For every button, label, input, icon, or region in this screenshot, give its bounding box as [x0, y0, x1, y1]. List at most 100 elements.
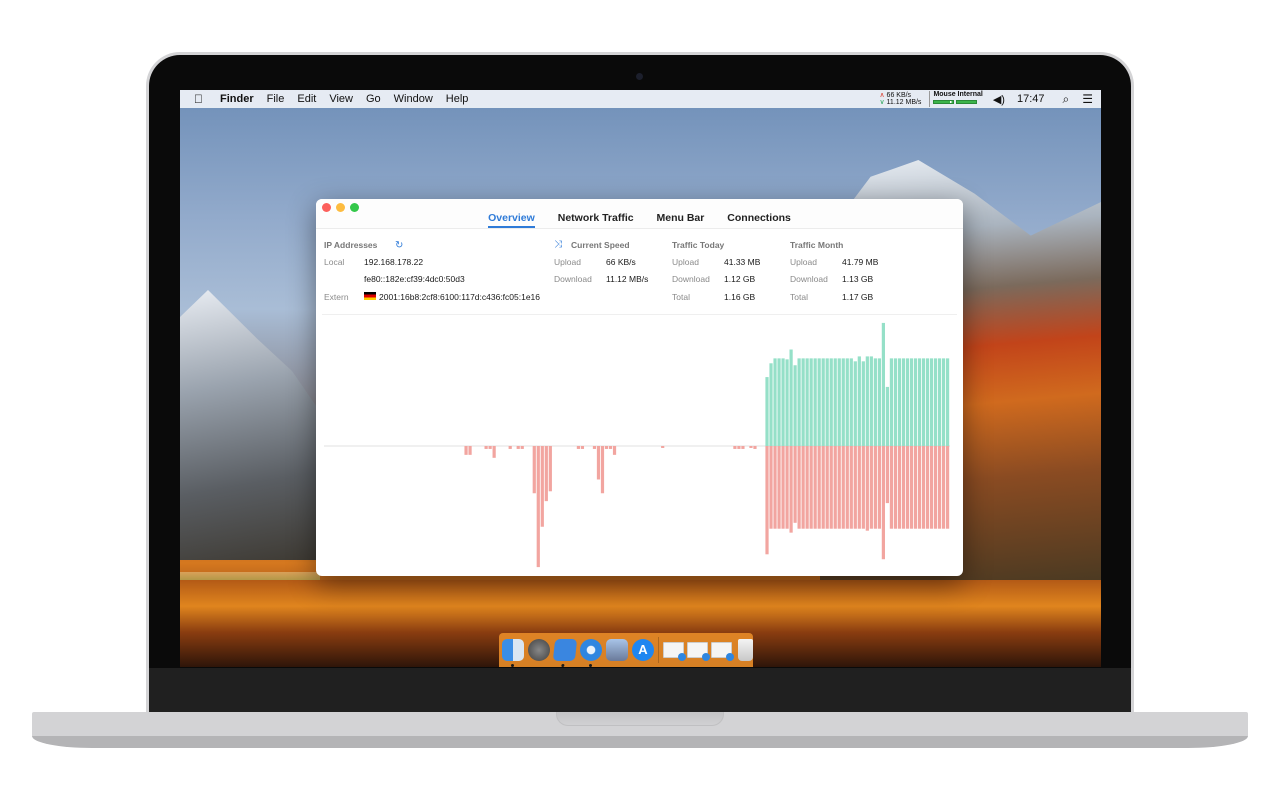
- download-bar: [785, 446, 789, 529]
- dock-xcode-icon[interactable]: [552, 639, 578, 667]
- upload-bar: [893, 358, 898, 446]
- spotlight-search-icon[interactable]: ⌕: [1063, 92, 1070, 107]
- overview-info: IP Addresses ↻ Local 192.168.178.22 fe80…: [316, 229, 963, 315]
- dock-safari-icon[interactable]: [580, 639, 602, 667]
- menu-edit[interactable]: Edit: [297, 93, 316, 105]
- traffic-today-heading: Traffic Today: [672, 240, 725, 250]
- dock-minimized-window-1[interactable]: [662, 642, 686, 661]
- dock-preview-icon[interactable]: [606, 639, 628, 661]
- month-total-label: Total: [790, 292, 808, 302]
- network-speed-widget[interactable]: ∧ 66 KB/s ∨ 11.12 MB/s: [879, 92, 921, 106]
- download-bar: [749, 446, 753, 448]
- camera: [636, 73, 643, 80]
- notification-center-icon[interactable]: ☰: [1082, 92, 1093, 106]
- dock-minimized-window-2[interactable]: [686, 642, 710, 661]
- download-bar: [905, 446, 910, 529]
- download-bar: [548, 446, 552, 492]
- menu-finder[interactable]: Finder: [220, 93, 254, 105]
- upload-bar: [801, 358, 805, 446]
- minimize-button[interactable]: [336, 203, 345, 212]
- download-bar: [540, 446, 544, 527]
- dock-finder-icon[interactable]: [502, 639, 524, 667]
- download-bar: [881, 446, 885, 560]
- apple-icon[interactable]: : [194, 92, 208, 106]
- upload-bar: [857, 356, 861, 446]
- tab-menu-bar[interactable]: Menu Bar: [657, 212, 705, 226]
- tab-network-traffic[interactable]: Network Traffic: [558, 212, 634, 226]
- clock[interactable]: 17:47: [1017, 93, 1045, 105]
- chart-bars: [464, 322, 950, 568]
- upload-bar: [841, 358, 845, 446]
- download-bar: [661, 446, 665, 448]
- download-bar: [813, 446, 817, 529]
- dock-launchpad-icon[interactable]: [528, 639, 550, 661]
- download-bar: [781, 446, 785, 529]
- download-bar: [737, 446, 741, 449]
- upload-bar: [933, 358, 938, 446]
- local-ipv4[interactable]: 192.168.178.22: [364, 257, 423, 267]
- close-button[interactable]: [322, 203, 331, 212]
- upload-bar: [881, 322, 885, 446]
- download-bar: [933, 446, 938, 529]
- download-bar: [769, 446, 773, 529]
- extern-ip[interactable]: 2001:16b8:2cf8:6100:117d:c436:fc05:1e16: [379, 292, 540, 302]
- dock-divider: [658, 637, 659, 663]
- download-bar: [777, 446, 781, 529]
- dock-trash-icon[interactable]: [737, 639, 753, 661]
- ip-addresses-heading: IP Addresses: [324, 240, 378, 250]
- local-ipv6[interactable]: fe80::182e:cf39:4dc0:50d3: [364, 274, 465, 284]
- current-speed-heading: Current Speed: [571, 240, 630, 250]
- local-label: Local: [324, 257, 345, 267]
- upload-bar: [773, 358, 777, 446]
- download-bar: [857, 446, 861, 529]
- volume-icon[interactable]: ◀): [993, 93, 1005, 106]
- download-bar: [861, 446, 865, 529]
- app-badge-icon: [725, 653, 734, 661]
- download-bar: [805, 446, 809, 529]
- menu-bar:  Finder File Edit View Go Window Help ∧…: [180, 90, 1101, 108]
- screen:  Finder File Edit View Go Window Help ∧…: [180, 90, 1101, 667]
- dock-app-store-icon[interactable]: A: [632, 639, 654, 661]
- upload-bar: [825, 358, 829, 446]
- laptop-base-edge: [32, 736, 1248, 748]
- download-bar: [945, 446, 950, 529]
- mouse-battery-widget[interactable]: Mouse Internal: [929, 91, 983, 107]
- upload-bar: [869, 356, 873, 446]
- dock-minimized-window-3[interactable]: [710, 642, 734, 661]
- today-upload-value: 41.33 MB: [724, 257, 761, 267]
- shuffle-icon: ⤨: [554, 239, 562, 250]
- upload-bar: [945, 358, 950, 446]
- tab-overview[interactable]: Overview: [488, 212, 535, 228]
- menu-help[interactable]: Help: [446, 93, 469, 105]
- upload-bar: [797, 358, 801, 446]
- download-bar: [917, 446, 922, 529]
- download-bar: [889, 446, 894, 529]
- menu-go[interactable]: Go: [366, 93, 381, 105]
- menubar-upload-speed: 66 KB/s: [886, 92, 912, 99]
- month-download-value: 1.13 GB: [842, 274, 874, 284]
- upload-bar: [865, 356, 869, 446]
- upload-bar: [877, 358, 881, 446]
- menu-file[interactable]: File: [267, 93, 285, 105]
- zoom-button[interactable]: [350, 203, 359, 212]
- upload-bar: [817, 358, 821, 446]
- download-bar: [516, 446, 520, 449]
- upload-bar: [765, 377, 769, 446]
- app-badge-icon: [677, 653, 686, 661]
- download-bar: [733, 446, 737, 449]
- menubar-download-speed: 11.12 MB/s: [886, 99, 922, 106]
- download-bar: [492, 446, 496, 458]
- month-upload-value: 41.79 MB: [842, 257, 879, 267]
- download-bar: [801, 446, 805, 529]
- window-titlebar[interactable]: Overview Network Traffic Menu Bar Connec…: [316, 199, 963, 229]
- menu-view[interactable]: View: [329, 93, 353, 105]
- upload-bar: [833, 358, 837, 446]
- download-bar: [596, 446, 601, 480]
- menu-extras: ∧ 66 KB/s ∨ 11.12 MB/s Mouse Internal ◀)…: [879, 90, 1101, 108]
- menu-window[interactable]: Window: [394, 93, 433, 105]
- upload-bar: [777, 358, 781, 446]
- germany-flag-icon: [364, 292, 376, 300]
- upload-bar: [837, 358, 841, 446]
- refresh-icon[interactable]: ↻: [395, 240, 403, 251]
- tab-connections[interactable]: Connections: [727, 212, 791, 226]
